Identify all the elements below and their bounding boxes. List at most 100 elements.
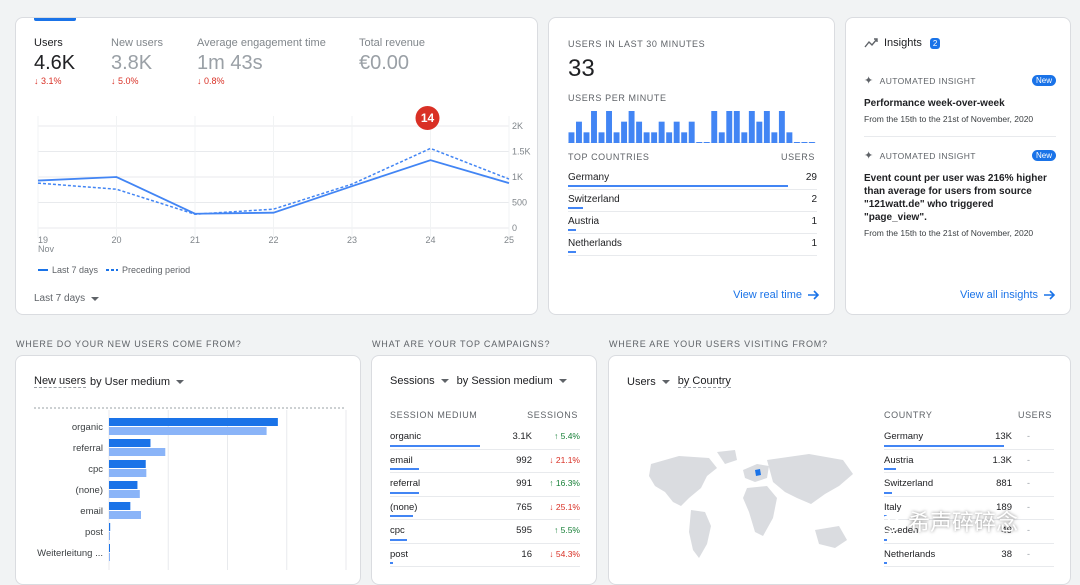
category-label: referral xyxy=(73,443,103,454)
watermark: 希声碎碎念 xyxy=(862,505,1018,537)
country-name: Germany xyxy=(884,431,924,442)
bar-previous[interactable] xyxy=(109,427,267,435)
view-real-time-label: View real time xyxy=(733,289,802,301)
section-campaigns-heading: WHAT ARE YOUR TOP CAMPAIGNS? xyxy=(372,339,551,349)
y-tick-label: 1.5K xyxy=(512,147,531,157)
countries-title[interactable]: Users by Country xyxy=(627,375,731,388)
metric-selector[interactable]: New users xyxy=(34,375,86,388)
countries-table: Germany 13K - Austria 1.3K - Switzerland 881- It… xyxy=(884,426,1054,576)
x-tick-label: 24 xyxy=(425,235,435,245)
bar-current[interactable] xyxy=(109,523,111,531)
sessions-change: ↑ 5.5% xyxy=(554,525,580,535)
metric-tab[interactable]: Total revenue €0.00 xyxy=(359,37,425,75)
campaign-row[interactable]: post 16 ↓ 54.3% xyxy=(390,544,580,567)
metric-tab[interactable]: New users 3.8K ↓ 5.0% xyxy=(111,37,163,86)
country-change: - xyxy=(1027,454,1030,465)
metric-tab[interactable]: Users 4.6K ↓ 3.1% xyxy=(34,37,75,86)
chevron-down-icon xyxy=(440,379,449,383)
campaign-row[interactable]: email 992 ↓ 21.1% xyxy=(390,450,580,473)
medium-chart-title[interactable]: New users by User medium xyxy=(34,375,185,388)
country-name: Austria xyxy=(884,454,914,466)
countries-metric-selector[interactable]: Users xyxy=(627,376,656,388)
insight-item[interactable]: ✦ AUTOMATED INSIGHT New Performance week-ov… xyxy=(864,74,1056,137)
sessions-bar xyxy=(390,468,419,470)
minute-bar xyxy=(748,111,755,143)
bar-current[interactable] xyxy=(109,481,138,489)
country-table-row[interactable]: Switzerland 881 - xyxy=(884,473,1054,497)
realtime-value: 33 xyxy=(568,55,595,82)
campaigns-metric-selector[interactable]: Sessions xyxy=(390,375,435,387)
sessions-bar xyxy=(390,491,419,494)
minute-bar xyxy=(606,111,612,143)
sessions-value: 595 xyxy=(516,525,532,536)
campaigns-dim-selector[interactable]: by Session medium xyxy=(457,375,553,387)
realtime-country-list: Germany 29 Switzerland 2 Austria 1 Netherlands… xyxy=(568,168,817,258)
country-table-row[interactable]: Germany 13K - xyxy=(884,426,1054,450)
minute-bar xyxy=(733,111,740,143)
bar-current[interactable] xyxy=(109,439,151,447)
metric-tab[interactable]: Average engagement time 1m 43s ↓ 0.8% xyxy=(197,37,326,86)
minute-bar xyxy=(636,121,643,143)
medium-name: referral xyxy=(390,478,421,489)
country-row[interactable]: Austria 1 xyxy=(568,212,817,234)
category-label: post xyxy=(85,527,103,538)
view-all-insights-link[interactable]: View all insights xyxy=(960,289,1056,301)
campaign-row[interactable]: (none) 765 ↓ 25.1% xyxy=(390,497,580,520)
bar-previous[interactable] xyxy=(109,553,110,561)
metric-change: ↓ 3.1% xyxy=(34,76,62,86)
x-tick-label: 22 xyxy=(268,235,278,245)
minute-bar xyxy=(688,121,695,143)
bar-current[interactable] xyxy=(109,544,110,552)
campaign-row[interactable]: referral 991 ↑ 16.3% xyxy=(390,473,580,497)
country-users-bar xyxy=(884,468,896,470)
bar-current[interactable] xyxy=(109,418,278,426)
country-name: Netherlands xyxy=(884,548,936,560)
x-tick-label: 23 xyxy=(347,235,357,245)
country-bar xyxy=(568,251,576,253)
metric-label: Average engagement time xyxy=(197,37,326,49)
countries-col-users: USERS xyxy=(1017,410,1052,420)
minute-bar xyxy=(658,121,665,143)
country-row[interactable]: Switzerland 2 xyxy=(568,190,817,212)
new-badge: New xyxy=(1031,75,1056,86)
sessions-bar xyxy=(390,444,480,447)
x-tick-label: 21 xyxy=(190,235,200,245)
minute-bar xyxy=(583,132,590,143)
country-table-row[interactable]: Austria 1.3K - xyxy=(884,450,1054,473)
date-range-dropdown[interactable]: Last 7 days xyxy=(34,293,100,304)
watermark-text: 希声碎碎念 xyxy=(908,510,1019,535)
bar-previous[interactable] xyxy=(109,469,147,477)
campaign-row[interactable]: cpc 595 ↑ 5.5% xyxy=(390,520,580,544)
countries-dim-selector[interactable]: by Country xyxy=(677,375,731,388)
country-change: - xyxy=(1027,525,1030,535)
realtime-card: USERS IN LAST 30 MINUTES 33 USERS PER MI… xyxy=(548,17,835,315)
category-label: (none) xyxy=(76,485,103,496)
bar-previous[interactable] xyxy=(109,532,110,540)
y-tick-label: 2K xyxy=(512,121,523,131)
legend-current: Last 7 days xyxy=(38,265,98,275)
dimension-selector[interactable]: by User medium xyxy=(90,376,170,388)
users-line-chart: 2K1.5K1K500019 20 21 22 23 24 25Nov14 xyxy=(37,106,531,254)
sessions-bar xyxy=(390,562,393,564)
bar-current[interactable] xyxy=(109,460,146,468)
view-all-insights-label: View all insights xyxy=(959,289,1038,301)
view-real-time-link[interactable]: View real time xyxy=(733,289,820,301)
country-table-row[interactable]: Netherlands 38 - xyxy=(884,544,1054,567)
chevron-down-icon xyxy=(176,379,185,384)
country-row[interactable]: Netherlands 1 xyxy=(568,234,817,256)
bar-previous[interactable] xyxy=(109,511,141,519)
country-users-value: 1.3K xyxy=(992,454,1012,466)
campaign-row[interactable]: organic 3.1K ↑ 5.4% xyxy=(390,426,580,450)
bar-current[interactable] xyxy=(109,502,131,510)
country-row[interactable]: Germany 29 xyxy=(568,168,817,190)
minute-bar xyxy=(718,132,725,143)
sparkle-icon: ✦ xyxy=(864,75,874,87)
bar-previous[interactable] xyxy=(109,448,166,456)
campaigns-title[interactable]: Sessions by Session medium xyxy=(390,375,567,387)
bar-previous[interactable] xyxy=(109,490,140,498)
chevron-down-icon xyxy=(558,379,567,383)
users-per-minute-chart xyxy=(568,111,816,143)
countries-card: Users by Country COUNTRY USERS Germany 13… xyxy=(608,355,1071,585)
minute-bar xyxy=(741,132,748,143)
insight-item[interactable]: ✦ AUTOMATED INSIGHT New Event count per use… xyxy=(864,149,1056,238)
